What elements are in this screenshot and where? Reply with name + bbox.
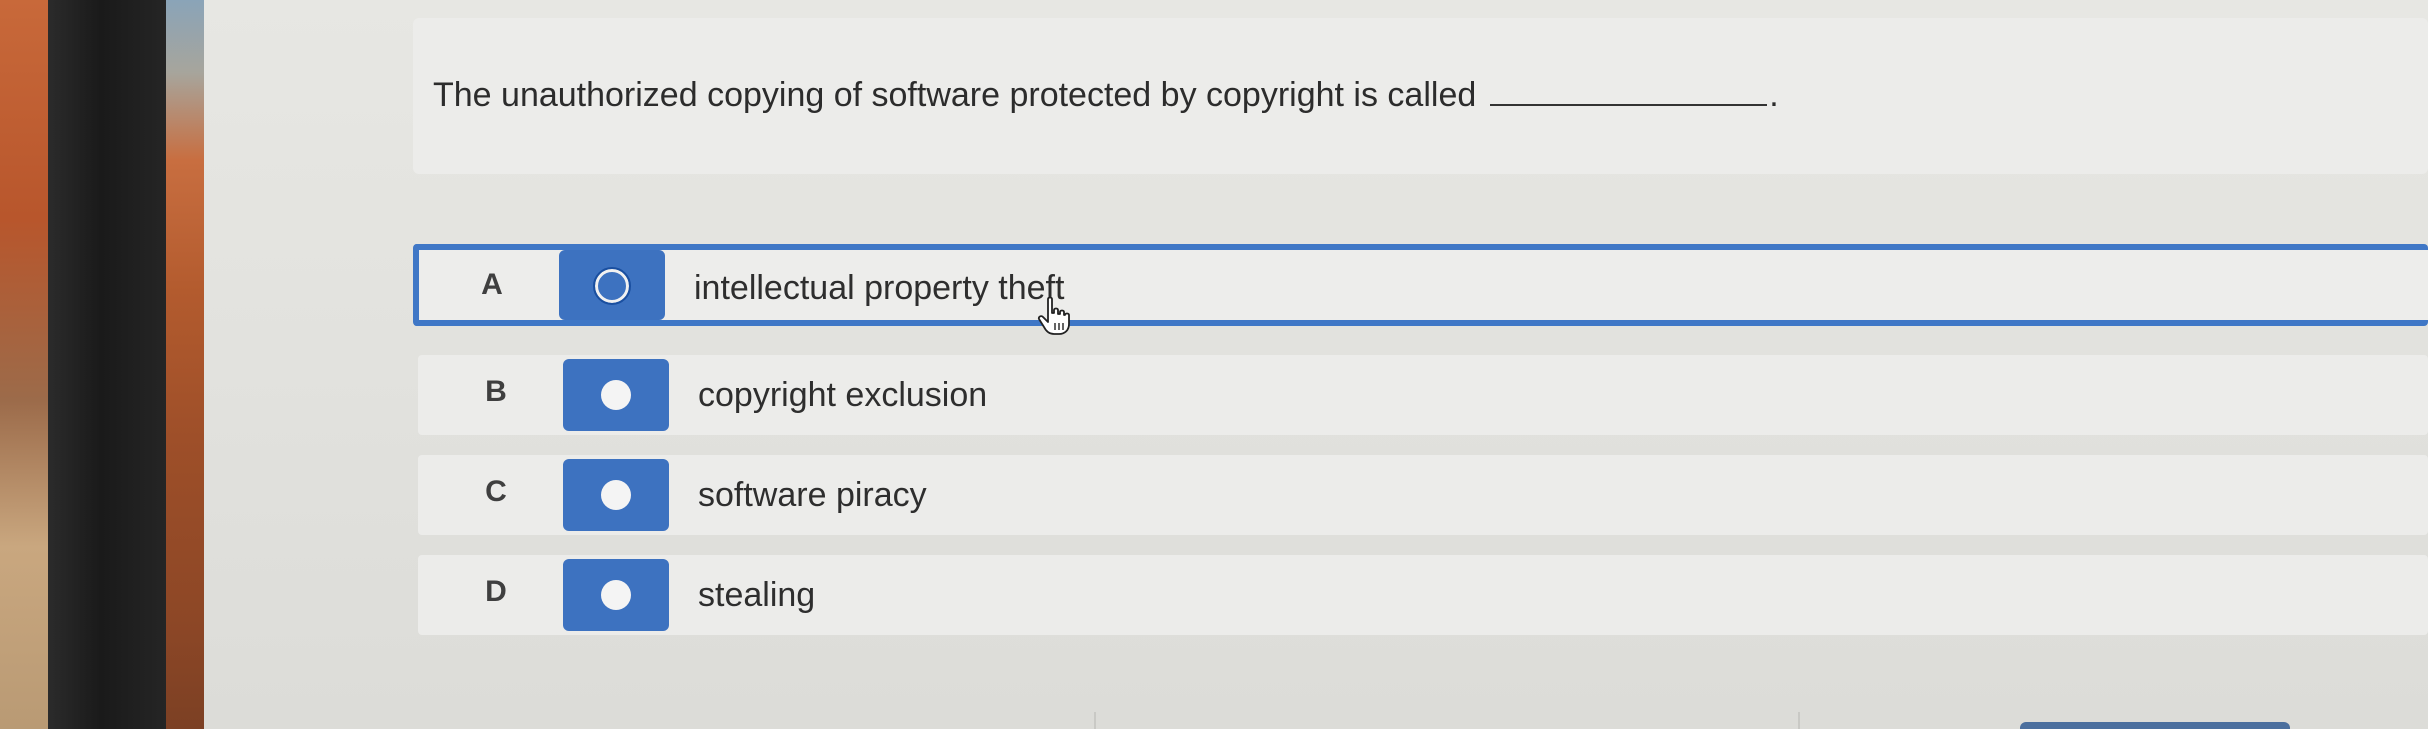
radio-unselected-icon: [601, 580, 631, 610]
wallpaper-strip: [166, 0, 204, 729]
radio-unselected-icon: [601, 480, 631, 510]
option-label: copyright exclusion: [698, 376, 988, 414]
radio-button-d[interactable]: [563, 559, 669, 631]
question-prompt: The unauthorized copying of software pro…: [433, 76, 1779, 115]
bottom-divider: [1094, 712, 1096, 729]
option-letter: C: [485, 475, 507, 508]
bottom-divider: [1798, 712, 1800, 729]
answer-blank: [1490, 76, 1768, 106]
desk-background: [0, 0, 48, 729]
option-letter: D: [485, 575, 507, 608]
next-button-edge[interactable]: [2020, 722, 2290, 729]
radio-button-b[interactable]: [563, 359, 669, 431]
option-label: software piracy: [698, 476, 927, 514]
option-d[interactable]: D stealing: [418, 555, 2428, 635]
question-text: The unauthorized copying of software pro…: [433, 76, 1477, 114]
option-letter: B: [485, 375, 507, 408]
hand-pointer-icon: [1037, 296, 1070, 335]
option-a[interactable]: A intellectual property theft: [413, 244, 2428, 326]
radio-button-c[interactable]: [563, 459, 669, 531]
radio-button-a[interactable]: [559, 250, 665, 320]
option-b[interactable]: B copyright exclusion: [418, 355, 2428, 435]
option-letter: A: [481, 268, 503, 301]
option-label: stealing: [698, 576, 816, 614]
option-label: intellectual property theft: [694, 269, 1065, 307]
monitor-bezel: [48, 0, 166, 729]
question-period: .: [1769, 76, 1779, 114]
radio-unselected-icon: [601, 380, 631, 410]
question-card: The unauthorized copying of software pro…: [413, 18, 2428, 174]
radio-selected-icon: [593, 267, 631, 305]
option-c[interactable]: C software piracy: [418, 455, 2428, 535]
